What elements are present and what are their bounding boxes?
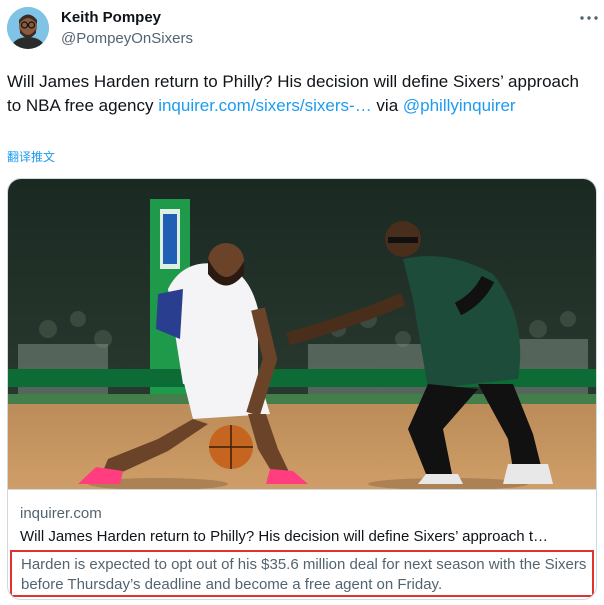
link-preview-card[interactable]: inquirer.com Will James Harden return to… <box>7 178 597 600</box>
article-link[interactable]: inquirer.com/sixers/sixers-… <box>158 96 372 115</box>
avatar-illustration-icon <box>7 7 49 49</box>
author-display-name[interactable]: Keith Pompey <box>61 9 161 26</box>
tweet-text: Will James Harden return to Philly? His … <box>7 70 597 118</box>
card-domain: inquirer.com <box>20 505 102 522</box>
card-description-highlighted: Harden is expected to opt out of his $35… <box>10 550 594 597</box>
tweet-text-part2: via <box>371 96 403 115</box>
card-image[interactable] <box>8 179 596 490</box>
author-handle[interactable]: @PompeyOnSixers <box>61 30 193 47</box>
tweet: Keith Pompey @PompeyOnSixers Will James … <box>0 0 604 605</box>
card-title: Will James Harden return to Philly? His … <box>20 528 548 545</box>
mention-link[interactable]: @phillyinquirer <box>403 96 516 115</box>
card-info[interactable]: inquirer.com Will James Harden return to… <box>8 489 596 599</box>
avatar[interactable] <box>7 7 49 49</box>
more-options-button[interactable] <box>578 9 600 27</box>
more-horizontal-icon <box>580 16 598 20</box>
basketball-photo <box>8 179 596 490</box>
translate-tweet-link[interactable]: 翻译推文 <box>7 148 55 165</box>
